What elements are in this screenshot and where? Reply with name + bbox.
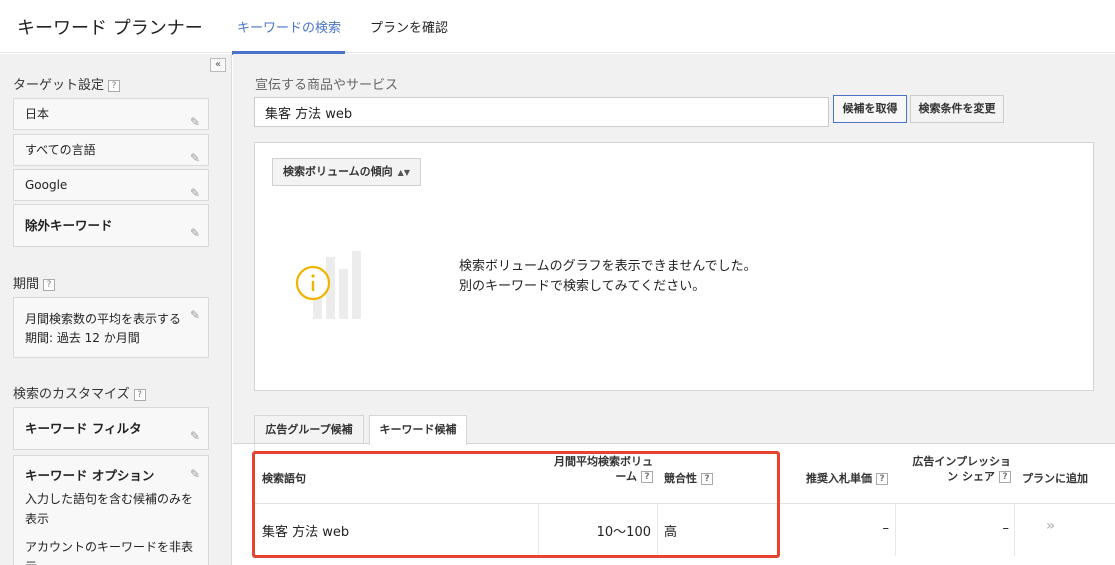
column-divider: [895, 504, 896, 556]
volume-trend-label: 検索ボリュームの傾向: [283, 165, 393, 178]
main-content: 宣伝する商品やサービス 候補を取得 検索条件を変更 検索ボリュームの傾向 ▲▼ 検…: [233, 54, 1115, 565]
header-divider: [254, 503, 1115, 504]
help-icon[interactable]: ?: [133, 388, 146, 401]
help-icon[interactable]: ?: [999, 471, 1011, 483]
col-header-bid-text: 推奨入札単価: [806, 472, 872, 485]
targeting-title-text: ターゲット設定: [13, 78, 105, 93]
product-field-label: 宣伝する商品やサービス: [255, 78, 399, 93]
app-title: キーワード プランナー: [17, 18, 203, 39]
empty-message-line-1: 検索ボリュームのグラフを表示できませんでした。: [459, 259, 757, 274]
keyword-options[interactable]: キーワード オプション 入力した語句を含む候補のみを 表示 アカウントのキーワー…: [13, 455, 209, 565]
search-volume-panel: 検索ボリュームの傾向 ▲▼ 検索ボリュームのグラフを表示できませんでした。 別のキ…: [254, 142, 1094, 391]
volume-trend-dropdown[interactable]: 検索ボリュームの傾向 ▲▼: [272, 158, 421, 186]
help-icon[interactable]: ?: [43, 278, 56, 291]
col-header-bid[interactable]: 推奨入札単価?: [806, 471, 888, 486]
target-network-label: Google: [25, 178, 68, 192]
target-language[interactable]: すべての言語 ✎: [13, 134, 209, 166]
row-keyword: 集客 方法 web: [262, 525, 350, 540]
row-volume: 10〜100: [596, 525, 651, 540]
period-line-2: 期間: 過去 12 か月間: [25, 331, 140, 345]
help-icon[interactable]: ?: [876, 473, 888, 485]
tab-review-plan[interactable]: プランを確認: [370, 17, 448, 36]
period-setting[interactable]: 月間検索数の平均を表示する 期間: 過去 12 か月間 ✎: [13, 297, 209, 358]
pencil-icon[interactable]: ✎: [190, 107, 200, 137]
tab-keyword-ideas[interactable]: キーワード候補: [369, 415, 467, 445]
column-divider: [1014, 504, 1015, 556]
customize-title-text: 検索のカスタマイズ: [13, 387, 130, 402]
col-header-share-line-1: 広告インプレッショ: [912, 455, 1011, 468]
product-search-input[interactable]: [254, 97, 829, 127]
keyword-ideas-table: 検索語句 月間平均検索ボリュ ーム? 競合性? 推奨入札単価? 広告インプレッシ…: [233, 443, 1115, 565]
row-bid: –: [882, 521, 890, 536]
pencil-icon[interactable]: ✎: [190, 213, 200, 254]
keyword-filter-label: キーワード フィルタ: [25, 421, 142, 436]
pencil-icon[interactable]: ✎: [190, 306, 200, 325]
help-icon[interactable]: ?: [641, 471, 653, 483]
negative-keywords-label: 除外キーワード: [25, 218, 113, 233]
option-include-terms: 入力した語句を含む候補のみを: [25, 492, 194, 506]
pencil-icon[interactable]: ✎: [190, 416, 200, 457]
option-hide-account-keywords-cont: 示: [25, 557, 197, 565]
option-hide-account-keywords: アカウントのキーワードを非表: [25, 540, 194, 554]
col-header-competition-text: 競合性: [664, 472, 697, 485]
empty-chart-icon: [295, 251, 361, 319]
column-divider: [538, 504, 539, 556]
col-header-volume-line-2: ーム: [615, 470, 637, 483]
pencil-icon[interactable]: ✎: [190, 464, 200, 484]
get-ideas-button[interactable]: 候補を取得: [833, 95, 907, 123]
help-icon[interactable]: ?: [108, 79, 121, 92]
period-line-1: 月間検索数の平均を表示する: [25, 312, 182, 326]
customize-title: 検索のカスタマイズ?: [13, 383, 146, 402]
row-impression-share: –: [1002, 521, 1010, 536]
target-language-label: すべての言語: [25, 143, 96, 157]
empty-chart-message: 検索ボリュームのグラフを表示できませんでした。 別のキーワードで検索してみてくだ…: [459, 257, 757, 297]
collapse-sidebar-button[interactable]: «: [210, 58, 226, 72]
empty-message-line-2: 別のキーワードで検索してみてください。: [459, 279, 706, 294]
sidebar: « ターゲット設定? 日本 ✎ すべての言語 ✎ Google ✎ 除外キーワー…: [0, 54, 232, 565]
col-header-competition[interactable]: 競合性?: [664, 471, 713, 486]
col-header-keyword[interactable]: 検索語句: [262, 471, 306, 486]
keyword-filter[interactable]: キーワード フィルタ ✎: [13, 407, 209, 450]
target-location-label: 日本: [25, 107, 50, 121]
modify-search-button[interactable]: 検索条件を変更: [910, 95, 1004, 123]
top-header: キーワード プランナー キーワードの検索 プランを確認: [0, 0, 1115, 53]
period-title: 期間?: [13, 273, 56, 292]
col-header-add-to-plan: プランに追加: [1022, 472, 1088, 485]
sort-arrows-icon: ▲▼: [397, 168, 410, 177]
col-header-volume[interactable]: 月間平均検索ボリュ ーム?: [553, 454, 653, 484]
targeting-title: ターゲット設定?: [13, 74, 121, 93]
col-header-impression-share[interactable]: 広告インプレッショ ン シェア?: [901, 454, 1011, 484]
keyword-options-label: キーワード オプション: [25, 468, 155, 483]
target-location[interactable]: 日本 ✎: [13, 98, 209, 130]
row-competition: 高: [664, 525, 678, 540]
target-network[interactable]: Google ✎: [13, 169, 209, 201]
column-divider: [657, 504, 658, 556]
col-header-volume-line-1: 月間平均検索ボリュ: [554, 455, 653, 468]
period-title-text: 期間: [13, 277, 40, 292]
negative-keywords[interactable]: 除外キーワード ✎: [13, 204, 209, 247]
tab-ad-group-ideas[interactable]: 広告グループ候補: [254, 415, 364, 444]
col-header-share-line-2: ン シェア: [947, 470, 995, 483]
add-to-plan-icon[interactable]: »: [1046, 518, 1055, 534]
option-include-terms-cont: 表示: [25, 512, 50, 526]
help-icon[interactable]: ?: [701, 473, 713, 485]
tab-keyword-search[interactable]: キーワードの検索: [237, 17, 341, 36]
